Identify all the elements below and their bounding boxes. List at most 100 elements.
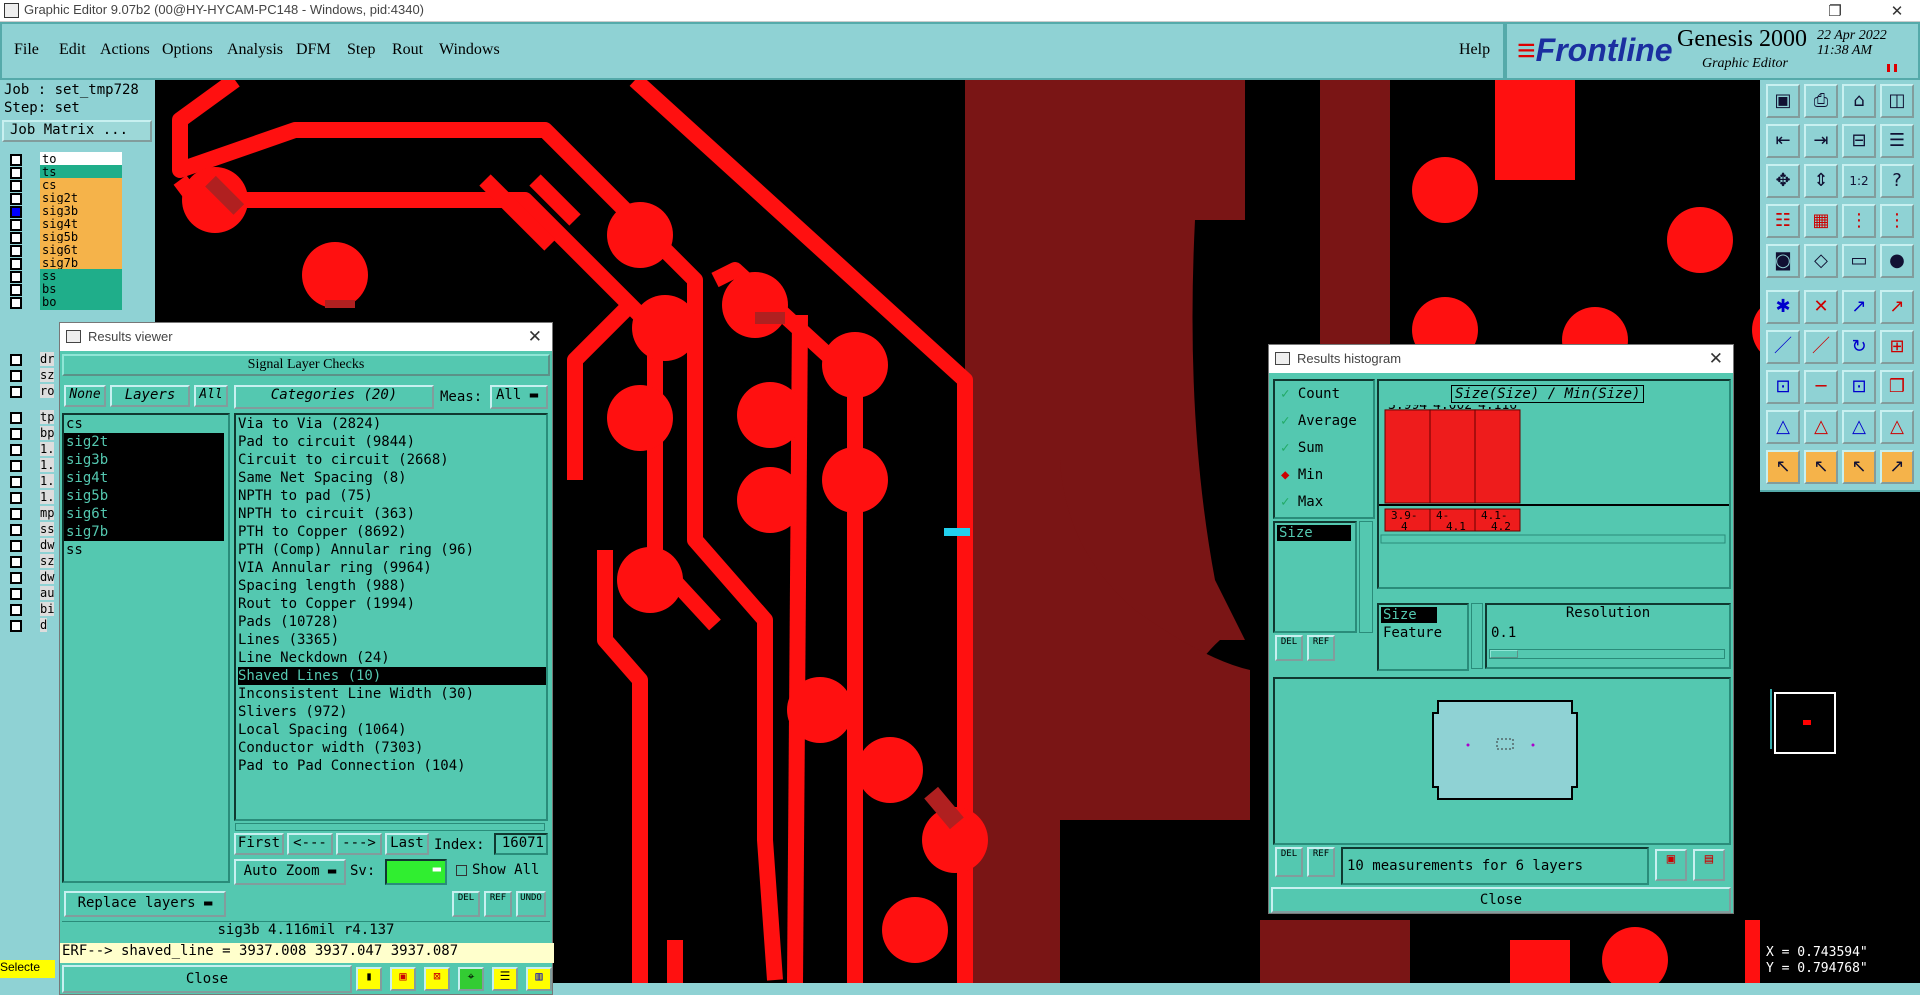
box-icon[interactable]: ⊡ [1842,370,1876,404]
result-layer-item[interactable]: sig6t [64,505,224,523]
list-scrollbar[interactable] [1359,521,1373,633]
del-button[interactable]: DEL [452,891,480,917]
minimap[interactable] [1760,490,1920,940]
histogram-close-button[interactable]: Close [1271,887,1731,913]
histogram-icon[interactable]: ▥ [526,967,552,991]
home-icon[interactable]: ⌂ [1842,84,1876,118]
next-button[interactable]: ---> [336,833,382,855]
result-layer-item[interactable]: sig4t [64,469,224,487]
layer-item-ss[interactable]: ss [40,522,55,536]
layer-checkbox[interactable] [10,444,22,456]
layer-item-dr[interactable]: dr [40,352,55,366]
layer-item-sz[interactable]: sz [40,554,55,568]
menu-dfm[interactable]: DFM [296,41,331,59]
hist-ref-button[interactable]: REF [1307,635,1335,661]
prev-button[interactable]: <--- [287,833,333,855]
layer-checkbox[interactable] [10,540,22,552]
layer-checkbox[interactable] [10,588,22,600]
scale-icon[interactable]: 1:2 [1842,164,1876,198]
close-icon[interactable]: ✕ [528,323,542,351]
stat-option-max[interactable]: ✓ Max [1275,489,1373,516]
ref-button[interactable]: REF [484,891,512,917]
pause-icon[interactable] [1887,64,1897,72]
sv-select[interactable]: ▬ [385,859,447,885]
category-item[interactable]: Pad to circuit (9844) [238,433,546,451]
layer-checkbox[interactable] [10,604,22,616]
stat-option-average[interactable]: ✓ Average [1275,408,1373,435]
category-item[interactable]: Shaved Lines (10) [238,667,546,685]
layer-item-dw[interactable]: dw [40,538,55,552]
category-item[interactable]: Line Neckdown (24) [238,649,546,667]
next-icon[interactable]: ⇥ [1804,124,1838,158]
replace-layers-select[interactable]: Replace layers ▬ [64,891,226,917]
menu-windows[interactable]: Windows [439,41,500,59]
tri-icon[interactable]: △ [1766,410,1800,444]
arrow-icon[interactable]: ↗ [1842,290,1876,324]
category-item[interactable]: Local Spacing (1064) [238,721,546,739]
menu-help[interactable]: Help [1459,41,1490,59]
layer-checkbox[interactable] [10,572,22,584]
snap-icon[interactable]: ☷ [1766,204,1800,238]
preview-del-button[interactable]: DEL [1275,847,1303,877]
result-layer-item[interactable]: ss [64,541,224,559]
tool-icon-1[interactable]: ▮ [356,967,382,991]
tri4-icon[interactable]: △ [1880,410,1914,444]
stat-option-count[interactable]: ✓ Count [1275,381,1373,408]
layer-checkbox[interactable] [10,492,22,504]
tool-icon-5[interactable]: ☰ [492,967,518,991]
save-icon[interactable]: ⎙ [1804,84,1838,118]
layer-item-d[interactable]: d [40,618,48,632]
layers-icon[interactable]: ⋮ [1842,204,1876,238]
layer-checkbox[interactable] [10,180,22,192]
rotate-icon[interactable]: ↻ [1842,330,1876,364]
tool-icon-3[interactable]: ⊠ [424,967,450,991]
category-item[interactable]: Rout to Copper (1994) [238,595,546,613]
layer-item-bo[interactable]: bo [40,295,122,310]
layer-item-mp[interactable]: mp [40,506,55,520]
close-icon[interactable]: ✕ [1880,0,1914,22]
category-list[interactable]: Via to Via (2824) Pad to circuit (9844) Ci… [234,413,548,821]
category-item[interactable]: Via to Via (2824) [238,415,546,433]
layer-checkbox[interactable] [10,620,22,632]
hline-icon[interactable]: ─ [1804,370,1838,404]
dot-icon[interactable]: ● [1880,244,1914,278]
result-layer-item[interactable]: cs [64,415,224,433]
hist-del-button[interactable]: DEL [1275,635,1303,661]
result-layer-item[interactable]: sig2t [64,433,224,451]
layer-item-dw[interactable]: dw [40,570,55,584]
category-item[interactable]: Slivers (972) [238,703,546,721]
layer-checkbox[interactable] [10,206,22,218]
tri3-icon[interactable]: △ [1842,410,1876,444]
layer-item-au[interactable]: au [40,586,55,600]
layer-checkbox[interactable] [10,297,22,309]
result-layer-item[interactable]: sig5b [64,487,224,505]
layer-item-1.[interactable]: 1. [40,474,55,488]
add-icon[interactable]: ⊞ [1880,330,1914,364]
last-button[interactable]: Last [385,833,429,855]
none-button[interactable]: None [64,385,106,407]
layer-checkbox[interactable] [10,508,22,520]
layer-results-list[interactable]: cs sig2t sig3b sig4t sig5b sig6t sig7b ss [62,413,230,883]
copy-icon[interactable]: ❒ [1880,370,1914,404]
category-item[interactable]: Pad to Pad Connection (104) [238,757,546,775]
category-item[interactable]: NPTH to pad (75) [238,487,546,505]
preview-ref-button[interactable]: REF [1307,847,1335,877]
layer-checkbox[interactable] [10,412,22,424]
pointer2-icon[interactable]: ↖ [1804,450,1838,484]
layer-checkbox[interactable] [10,219,22,231]
close-button[interactable]: Close [62,965,352,993]
open-icon[interactable]: ▣ [1766,84,1800,118]
layer-checkbox[interactable] [10,154,22,166]
size-scrollbar[interactable] [1471,603,1483,669]
layer-item-bi[interactable]: bi [40,602,55,616]
layer-checkbox[interactable] [10,245,22,257]
layer-checkbox[interactable] [10,258,22,270]
meas-select[interactable]: All ▬ [490,385,548,409]
layer-item-ro[interactable]: ro [40,384,55,398]
menu-rout[interactable]: Rout [392,41,423,59]
tool-icon-2[interactable]: ▣ [390,967,416,991]
fit-icon[interactable]: ⊟ [1842,124,1876,158]
layer-checkbox[interactable] [10,167,22,179]
result-layer-item[interactable]: sig3b [64,451,224,469]
undo-button[interactable]: UNDO [516,891,546,917]
